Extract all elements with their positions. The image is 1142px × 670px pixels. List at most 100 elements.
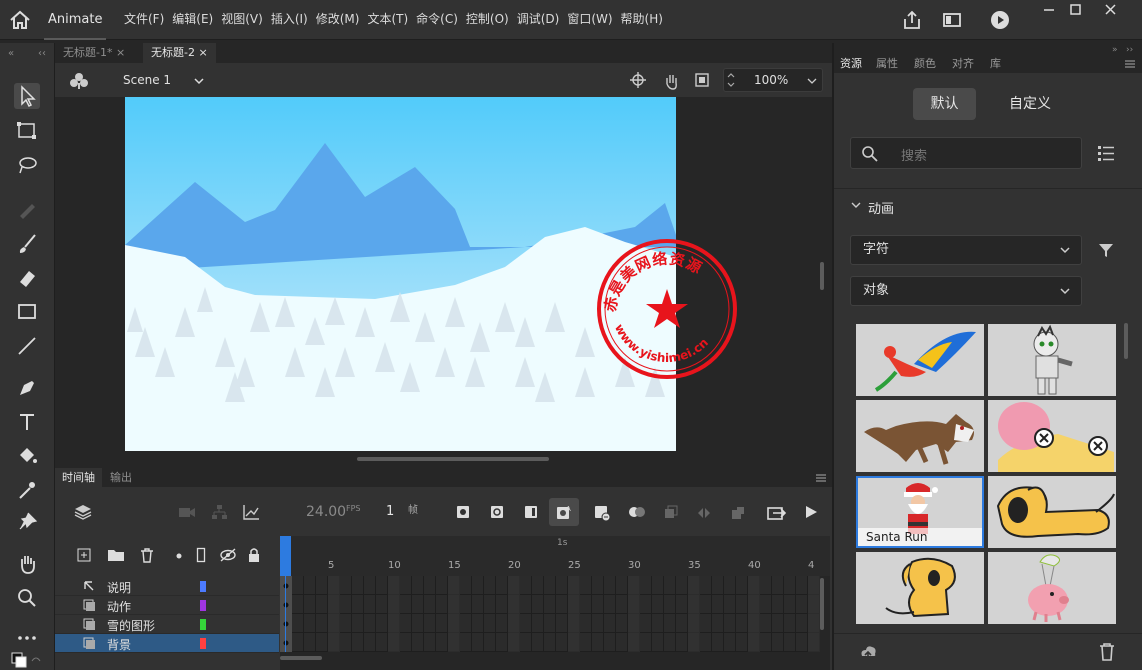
hand-tool-icon[interactable] — [14, 551, 40, 577]
asset-thumb-pig-balloon[interactable] — [988, 552, 1116, 624]
ruler-tick: 20 — [508, 560, 521, 571]
layer-color-swatch[interactable] — [200, 581, 206, 592]
rotate-stage-icon[interactable] — [661, 70, 681, 90]
frame-value[interactable]: 1 — [386, 504, 394, 519]
tab-output[interactable]: 输出 — [103, 468, 139, 487]
menu-control[interactable]: 控制(O) — [462, 0, 513, 40]
watermark-text-bottom: www.yishimei.cn — [612, 322, 711, 366]
layer-row-3[interactable]: 雪的图形 — [55, 615, 279, 634]
layer-color-swatch[interactable] — [200, 619, 206, 630]
pen-disabled-icon[interactable] — [14, 196, 40, 222]
collapse-icon[interactable]: « ‹‹ — [8, 47, 48, 57]
segment-default[interactable]: 默认 — [913, 88, 976, 120]
doc-tab-1[interactable]: 无标题-1* × — [55, 43, 133, 63]
tab-timeline[interactable]: 时间轴 — [55, 468, 102, 487]
collapse-icon: » ›› — [1112, 45, 1133, 53]
brush-tool-icon[interactable] — [14, 231, 40, 257]
layer-name[interactable]: 雪的图形 — [107, 617, 155, 634]
asset-thumb-wolf[interactable] — [856, 400, 984, 472]
menu-help[interactable]: 帮助(H) — [617, 0, 667, 40]
frame-grid[interactable]: 1s 5 10 15 20 25 30 35 40 4 — [280, 536, 830, 670]
asset-thumb-dog-sitting[interactable] — [856, 552, 984, 624]
tab-properties[interactable]: 属性 — [876, 55, 898, 71]
menu-view[interactable]: 视图(V) — [217, 0, 267, 40]
tab-library[interactable]: 库 — [990, 55, 1001, 71]
panel-menu-icon — [816, 474, 826, 482]
layer-name[interactable]: 说明 — [107, 579, 131, 596]
tab-align[interactable]: 对齐 — [952, 55, 974, 71]
scene-selector[interactable]: Scene 1 — [115, 71, 215, 91]
panel-splitter[interactable] — [54, 43, 55, 670]
menu-insert[interactable]: 插入(I) — [267, 0, 312, 40]
edit-symbol-icon[interactable] — [69, 71, 89, 91]
ruler-tick: 40 — [748, 560, 761, 571]
playhead[interactable] — [280, 536, 291, 576]
menu-edit[interactable]: 编辑(E) — [168, 0, 217, 40]
layer-name[interactable]: 动作 — [107, 598, 131, 615]
home-icon[interactable] — [8, 9, 32, 31]
app-name[interactable]: Animate — [44, 0, 107, 40]
asset-thumb-dog-lying[interactable] — [988, 476, 1116, 548]
search-field[interactable]: 搜索 — [850, 137, 1082, 169]
lasso-tool-icon[interactable] — [14, 153, 40, 179]
layer-row-4[interactable]: 背景 — [55, 634, 279, 653]
timeline-hscrollbar[interactable] — [280, 656, 322, 660]
asset-thumb-parrot[interactable] — [856, 324, 984, 396]
fps-value[interactable]: 24.00 — [306, 504, 346, 520]
asset-thumb-mummy[interactable] — [988, 324, 1116, 396]
menu-modify[interactable]: 修改(M) — [312, 0, 364, 40]
timeline-vscrollbar[interactable] — [820, 578, 824, 630]
zoom-field[interactable]: 100% — [723, 68, 823, 92]
workspace-icon[interactable] — [940, 8, 964, 32]
tab-assets[interactable]: 资源 — [840, 55, 862, 71]
section-title[interactable]: 动画 — [868, 198, 894, 217]
close-tab-icon[interactable]: × — [198, 46, 207, 59]
frame-ruler[interactable]: 1s 5 10 15 20 25 30 35 40 4 — [280, 536, 830, 576]
clip-content-icon[interactable] — [693, 71, 711, 89]
eraser-tool-icon[interactable] — [14, 265, 40, 291]
panel-splitter[interactable] — [832, 43, 834, 670]
stroke-fill-icon[interactable] — [10, 651, 44, 669]
close-tab-icon[interactable]: × — [116, 46, 125, 59]
test-movie-icon[interactable] — [988, 8, 1012, 32]
assets-scrollbar[interactable] — [1124, 323, 1128, 359]
asset-thumb-santa[interactable]: Santa Run — [856, 476, 984, 548]
pen-tool-icon[interactable] — [14, 375, 40, 401]
layer-row-1[interactable]: 说明 — [55, 577, 279, 596]
more-tools-icon[interactable] — [14, 625, 40, 651]
ruler-tick: 30 — [628, 560, 641, 571]
rectangle-tool-icon[interactable] — [14, 299, 40, 325]
filter-character-dropdown[interactable]: 字符 — [850, 235, 1082, 265]
layer-row-2[interactable]: 动作 — [55, 596, 279, 615]
menu-text[interactable]: 文本(T) — [363, 0, 412, 40]
layer-color-swatch[interactable] — [200, 600, 206, 611]
line-tool-icon[interactable] — [14, 333, 40, 359]
onion-skin-button[interactable]: A — [549, 498, 579, 526]
segment-custom[interactable]: 自定义 — [990, 88, 1070, 120]
asset-thumb-cheese[interactable] — [988, 400, 1116, 472]
pin-tool-icon[interactable] — [14, 509, 40, 535]
paint-bucket-tool-icon[interactable] — [14, 443, 40, 469]
tab-color[interactable]: 颜色 — [914, 55, 936, 71]
eyedropper-tool-icon[interactable] — [14, 477, 40, 503]
layer-name[interactable]: 背景 — [107, 636, 131, 653]
menu-window[interactable]: 窗口(W) — [563, 0, 616, 40]
insert-blank-keyframe-icon — [491, 506, 503, 518]
vertical-scrollbar[interactable] — [820, 262, 824, 290]
menu-debug[interactable]: 调试(D) — [513, 0, 564, 40]
text-tool-icon[interactable] — [14, 409, 40, 435]
menu-file[interactable]: 文件(F) — [120, 0, 168, 40]
center-stage-icon[interactable] — [629, 71, 647, 89]
menu-commands[interactable]: 命令(C) — [412, 0, 462, 40]
horizontal-scrollbar[interactable] — [357, 457, 549, 461]
zoom-tool-icon[interactable] — [14, 585, 40, 611]
close-icon — [1105, 4, 1116, 15]
layer-color-swatch[interactable] — [200, 638, 206, 649]
selection-tool-icon[interactable] — [14, 83, 40, 109]
frame-unit: 帧 — [408, 505, 418, 516]
free-transform-tool-icon[interactable] — [14, 118, 40, 144]
filter-object-dropdown[interactable]: 对象 — [850, 276, 1082, 306]
doc-tab-2[interactable]: 无标题-2 × — [143, 43, 216, 63]
share-icon[interactable] — [900, 8, 924, 32]
mummy-image — [1033, 324, 1073, 395]
